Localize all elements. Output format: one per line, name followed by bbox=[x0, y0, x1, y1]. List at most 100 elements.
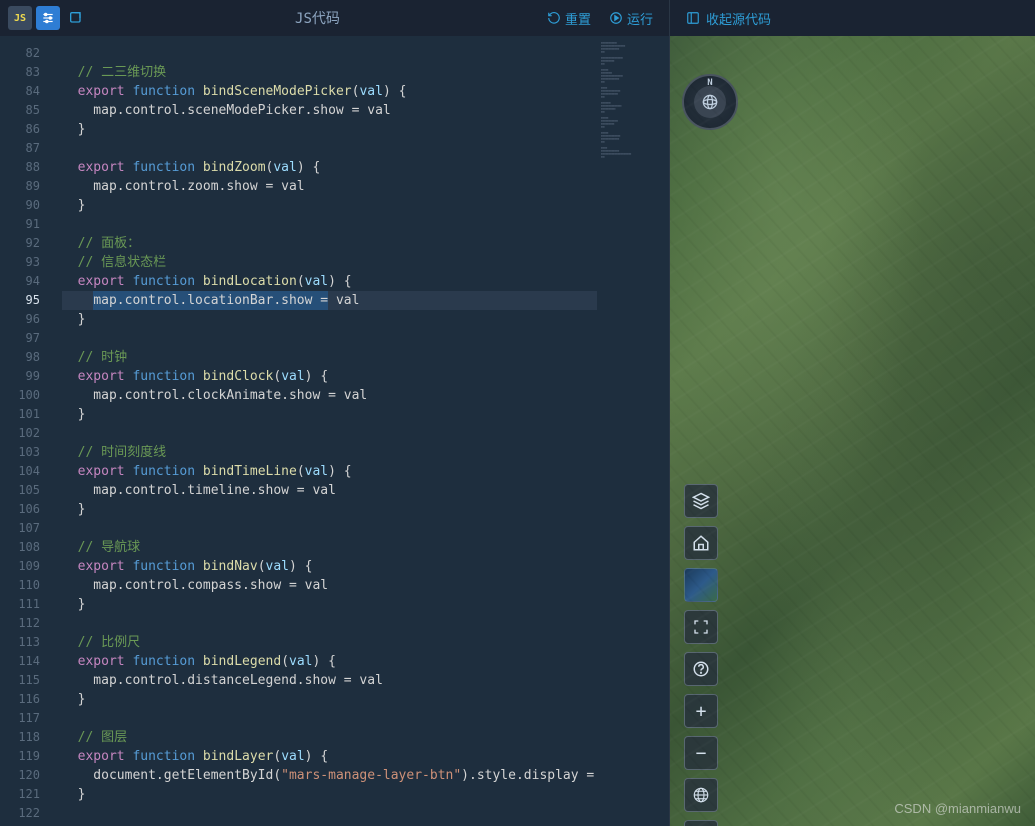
code-line[interactable]: // 二三维切换 bbox=[62, 63, 597, 82]
run-button[interactable]: 运行 bbox=[609, 9, 653, 28]
line-number: 87 bbox=[0, 139, 40, 158]
zoom-in-button[interactable]: + bbox=[684, 694, 718, 728]
minimap[interactable]: ▄▄▄▄▄▄▄▄▄▄▄▄▄▄▄▄▄▄▄▄▄▄▄▄▄▄▄▄▄▄▄▄▄▄▄▄▄▄▄▄… bbox=[597, 36, 669, 826]
line-number: 97 bbox=[0, 329, 40, 348]
code-line[interactable]: map.control.locationBar.show = val bbox=[62, 291, 597, 310]
line-number: 113 bbox=[0, 633, 40, 652]
line-number: 120 bbox=[0, 766, 40, 785]
code-line[interactable]: export function bindNav(val) { bbox=[62, 557, 597, 576]
code-line[interactable]: document.getElementById("mars-manage-lay… bbox=[62, 766, 597, 785]
code-line[interactable]: map.control.sceneModePicker.show = val bbox=[62, 101, 597, 120]
main-area: 8283848586878889909192939495969798991001… bbox=[0, 36, 1035, 826]
compass-gyro-icon bbox=[694, 86, 726, 118]
code-line[interactable]: export function bindTimeLine(val) { bbox=[62, 462, 597, 481]
line-number: 109 bbox=[0, 557, 40, 576]
globe-button[interactable] bbox=[684, 778, 718, 812]
vr-button[interactable] bbox=[684, 820, 718, 826]
code-content[interactable]: // 二三维切换 export function bindSceneModePi… bbox=[50, 36, 597, 826]
code-line[interactable]: } bbox=[62, 120, 597, 139]
minus-icon: − bbox=[696, 743, 707, 764]
line-number: 99 bbox=[0, 367, 40, 386]
home-button[interactable] bbox=[684, 526, 718, 560]
code-line[interactable]: } bbox=[62, 310, 597, 329]
code-line[interactable] bbox=[62, 215, 597, 234]
code-line[interactable]: export function bindSceneModePicker(val)… bbox=[62, 82, 597, 101]
external-icon bbox=[68, 10, 84, 26]
code-line[interactable]: // 时钟 bbox=[62, 348, 597, 367]
map-viewport[interactable]: N + − bbox=[670, 36, 1035, 826]
code-line[interactable]: } bbox=[62, 196, 597, 215]
code-line[interactable] bbox=[62, 519, 597, 538]
line-number: 92 bbox=[0, 234, 40, 253]
reset-button[interactable]: 重置 bbox=[547, 9, 591, 28]
settings-button[interactable] bbox=[36, 6, 60, 30]
line-number: 101 bbox=[0, 405, 40, 424]
layers-button[interactable] bbox=[684, 484, 718, 518]
code-line[interactable]: map.control.compass.show = val bbox=[62, 576, 597, 595]
code-line[interactable]: export function bindLocation(val) { bbox=[62, 272, 597, 291]
help-button[interactable] bbox=[684, 652, 718, 686]
line-number: 107 bbox=[0, 519, 40, 538]
line-number: 118 bbox=[0, 728, 40, 747]
fullscreen-icon bbox=[693, 619, 709, 635]
line-number: 89 bbox=[0, 177, 40, 196]
code-editor[interactable]: 8283848586878889909192939495969798991001… bbox=[0, 36, 670, 826]
code-line[interactable]: // 信息状态栏 bbox=[62, 253, 597, 272]
code-line[interactable]: export function bindLayer(val) { bbox=[62, 747, 597, 766]
code-line[interactable]: export function bindZoom(val) { bbox=[62, 158, 597, 177]
line-number: 86 bbox=[0, 120, 40, 139]
code-line[interactable] bbox=[62, 44, 597, 63]
sliders-icon bbox=[41, 11, 55, 25]
collapse-source-button[interactable]: 收起源代码 bbox=[670, 9, 771, 28]
line-number: 84 bbox=[0, 82, 40, 101]
line-number: 93 bbox=[0, 253, 40, 272]
line-number: 104 bbox=[0, 462, 40, 481]
code-line[interactable]: export function bindClock(val) { bbox=[62, 367, 597, 386]
watermark-text: CSDN @mianmianwu bbox=[894, 801, 1021, 816]
compass-control[interactable]: N bbox=[682, 74, 738, 130]
code-line[interactable] bbox=[62, 329, 597, 348]
code-line[interactable]: export function bindLegend(val) { bbox=[62, 652, 597, 671]
line-number: 103 bbox=[0, 443, 40, 462]
code-line[interactable]: // 比例尺 bbox=[62, 633, 597, 652]
code-line[interactable] bbox=[62, 139, 597, 158]
code-line[interactable]: // 面板： bbox=[62, 234, 597, 253]
compass-north-label: N bbox=[707, 78, 712, 88]
code-line[interactable]: } bbox=[62, 690, 597, 709]
line-number: 119 bbox=[0, 747, 40, 766]
code-line[interactable]: } bbox=[62, 405, 597, 424]
line-number: 117 bbox=[0, 709, 40, 728]
external-button[interactable] bbox=[64, 6, 88, 30]
home-icon bbox=[692, 534, 710, 552]
line-number: 114 bbox=[0, 652, 40, 671]
code-line[interactable]: } bbox=[62, 500, 597, 519]
code-line[interactable]: map.control.zoom.show = val bbox=[62, 177, 597, 196]
js-badge[interactable]: JS bbox=[8, 6, 32, 30]
code-line[interactable] bbox=[62, 804, 597, 823]
line-number: 95 bbox=[0, 291, 40, 310]
code-line[interactable] bbox=[62, 614, 597, 633]
help-icon bbox=[692, 660, 710, 678]
code-line[interactable]: // 时间刻度线 bbox=[62, 443, 597, 462]
code-line[interactable]: // 图层 bbox=[62, 728, 597, 747]
line-number: 98 bbox=[0, 348, 40, 367]
zoom-out-button[interactable]: − bbox=[684, 736, 718, 770]
basemap-button[interactable] bbox=[684, 568, 718, 602]
line-gutter: 8283848586878889909192939495969798991001… bbox=[0, 36, 50, 826]
line-number: 105 bbox=[0, 481, 40, 500]
line-number: 116 bbox=[0, 690, 40, 709]
topbar: JS JS代码 重置 运行 收起源代码 bbox=[0, 0, 1035, 36]
code-line[interactable]: // 导航球 bbox=[62, 538, 597, 557]
code-line[interactable]: map.control.distanceLegend.show = val bbox=[62, 671, 597, 690]
line-number: 91 bbox=[0, 215, 40, 234]
code-line[interactable]: map.control.timeline.show = val bbox=[62, 481, 597, 500]
code-line[interactable]: } bbox=[62, 785, 597, 804]
code-line[interactable] bbox=[62, 709, 597, 728]
line-number: 106 bbox=[0, 500, 40, 519]
code-line[interactable]: } bbox=[62, 595, 597, 614]
code-line[interactable] bbox=[62, 424, 597, 443]
editor-tab-title: JS代码 bbox=[88, 8, 547, 28]
line-number: 111 bbox=[0, 595, 40, 614]
code-line[interactable]: map.control.clockAnimate.show = val bbox=[62, 386, 597, 405]
fullscreen-button[interactable] bbox=[684, 610, 718, 644]
